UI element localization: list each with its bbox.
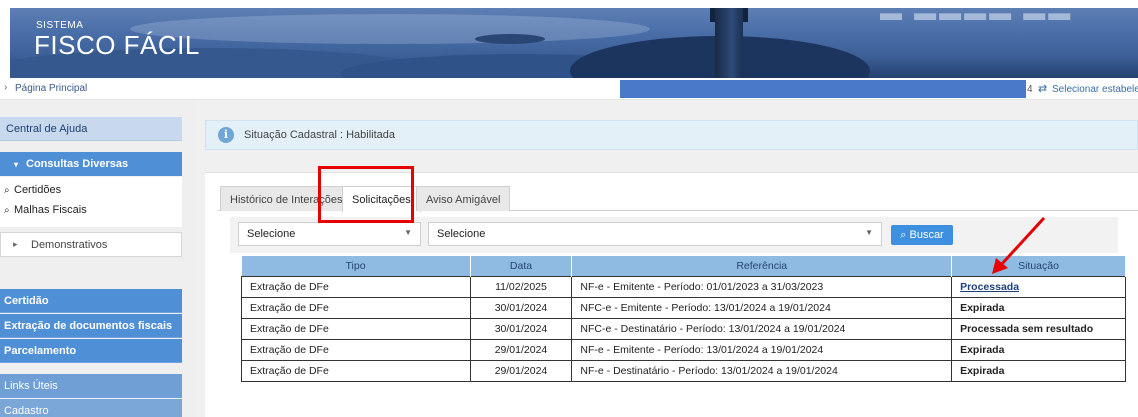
sidebar-item-demonstrativos[interactable]: ▸ Demonstrativos: [0, 232, 182, 257]
cell-tipo: Extração de DFe: [241, 317, 471, 340]
sidebar-subitem-label: Certidões: [14, 184, 62, 196]
cell-referencia: NFC-e - Destinatário - Período: 13/01/20…: [571, 317, 953, 340]
status-link-processada[interactable]: Processada: [951, 275, 1126, 298]
table-row: Extração de DFe 30/01/2024 NFC-e - Desti…: [241, 317, 1126, 340]
chevron-right-icon: ▸: [13, 239, 18, 249]
cell-data: 11/02/2025: [469, 275, 573, 298]
sidebar: [0, 100, 196, 417]
chevron-down-icon: ▾: [14, 160, 19, 169]
sidebar-subitem-malhas[interactable]: ⌕ Malhas Fiscais: [4, 204, 87, 216]
banner-sky-haze: [130, 14, 650, 44]
sidebar-item-cadastro[interactable]: Cadastro: [0, 399, 182, 417]
cell-data: 30/01/2024: [469, 296, 573, 319]
search-icon: ⌕: [900, 229, 907, 241]
system-title: FISCO FÁCIL: [34, 30, 200, 60]
info-icon: i: [218, 127, 234, 143]
column-header-referencia[interactable]: Referência: [571, 256, 953, 276]
redacted-user-info: [620, 80, 1026, 98]
sidebar-item-extracao[interactable]: Extração de documentos fiscais: [0, 314, 182, 338]
sidebar-item-consultas[interactable]: ▾ Consultas Diversas: [0, 152, 182, 176]
cell-situacao: Expirada: [951, 338, 1126, 361]
sidebar-item-parcelamento[interactable]: Parcelamento: [0, 339, 182, 363]
table-row: Extração de DFe 29/01/2024 NF-e - Destin…: [241, 359, 1126, 382]
column-header-data[interactable]: Data: [470, 256, 573, 276]
status-text: Situação Cadastral : Habilitada: [244, 129, 396, 141]
filter-select-2[interactable]: Selecione ▼: [428, 222, 882, 246]
cell-tipo: Extração de DFe: [241, 275, 471, 298]
table-row: Extração de DFe 30/01/2024 NFC-e - Emite…: [241, 296, 1126, 319]
select-value: Selecione: [247, 228, 296, 240]
cell-referencia: NF-e - Destinatário - Período: 13/01/202…: [571, 359, 953, 382]
column-header-tipo[interactable]: Tipo: [241, 256, 471, 276]
cell-tipo: Extração de DFe: [241, 296, 471, 319]
sidebar-item-certidao[interactable]: Certidão: [0, 289, 182, 313]
swap-icon[interactable]: ⇄: [1038, 82, 1047, 95]
sidebar-item-label: Consultas Diversas: [26, 158, 129, 170]
cell-situacao: Processada sem resultado: [951, 317, 1126, 340]
select-establishment-link[interactable]: Selecionar estabelecime: [1052, 84, 1138, 95]
sidebar-item-label: Demonstrativos: [31, 239, 108, 251]
banner-island: [475, 34, 545, 44]
search-icon: ⌕: [4, 205, 10, 216]
chevron-down-icon: ▼: [865, 228, 873, 237]
table-row: Extração de DFe 11/02/2025 NF-e - Emiten…: [241, 275, 1126, 298]
header-banner: ▬ ▬▬▬▬ ▬▬ SISTEMA FISCO FÁCIL: [10, 8, 1138, 78]
cell-situacao: Expirada: [951, 359, 1126, 382]
cell-data: 30/01/2024: [469, 317, 573, 340]
search-button[interactable]: ⌕ Buscar: [891, 225, 953, 245]
sidebar-item-help[interactable]: Central de Ajuda: [0, 117, 182, 141]
banner-tower: [715, 8, 743, 78]
cell-data: 29/01/2024: [469, 359, 573, 382]
select-value: Selecione: [437, 228, 486, 240]
breadcrumb-home-link[interactable]: Página Principal: [15, 83, 87, 94]
cell-data: 29/01/2024: [469, 338, 573, 361]
tab-aviso[interactable]: Aviso Amigável: [416, 186, 511, 211]
establishment-number: 4: [1027, 84, 1033, 95]
highlight-box: [318, 166, 414, 223]
cell-tipo: Extração de DFe: [241, 338, 471, 361]
cell-referencia: NF-e - Emitente - Período: 01/01/2023 a …: [571, 275, 953, 298]
chevron-down-icon: ▼: [404, 228, 412, 237]
sidebar-subitem-label: Malhas Fiscais: [14, 204, 87, 216]
chevron-right-icon: ›: [4, 82, 8, 93]
cell-situacao: Expirada: [951, 296, 1126, 319]
sidebar-subitem-certidoes[interactable]: ⌕ Certidões: [4, 184, 61, 196]
filter-select-1[interactable]: Selecione ▼: [238, 222, 421, 246]
banner-brand-watermark: ▬ ▬▬▬▬ ▬▬: [880, 8, 1074, 25]
cell-tipo: Extração de DFe: [241, 359, 471, 382]
status-alert: i Situação Cadastral : Habilitada: [205, 120, 1138, 150]
annotation-arrow-icon: [992, 216, 1046, 274]
search-button-label: Buscar: [909, 229, 944, 241]
search-icon: ⌕: [4, 185, 10, 196]
cell-referencia: NFC-e - Emitente - Período: 13/01/2024 a…: [571, 296, 953, 319]
table-row: Extração de DFe 29/01/2024 NF-e - Emiten…: [241, 338, 1126, 361]
cell-referencia: NF-e - Emitente - Período: 13/01/2024 a …: [571, 338, 953, 361]
sidebar-item-links[interactable]: Links Úteis: [0, 374, 182, 398]
